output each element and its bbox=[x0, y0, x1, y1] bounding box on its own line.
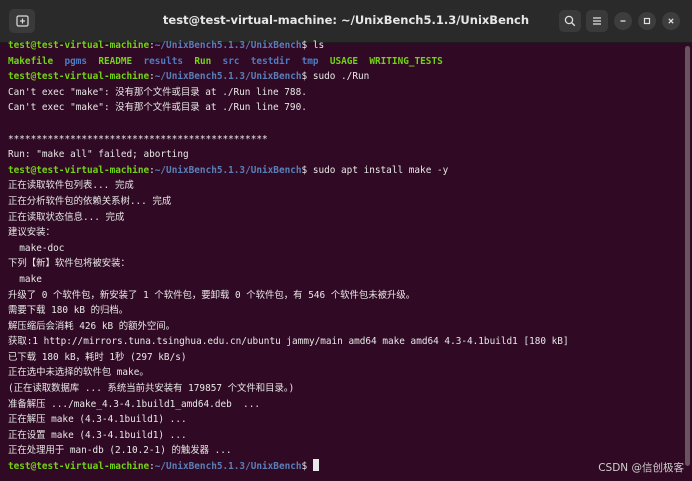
output-line: 正在处理用于 man-db (2.10.2-1) 的触发器 ... bbox=[8, 445, 232, 457]
output-line: 下列【新】软件包将被安装： bbox=[8, 258, 130, 270]
prompt-path: ~/UnixBench5.1.3/UnixBench bbox=[154, 71, 302, 83]
ls-item: README bbox=[98, 55, 133, 67]
search-icon bbox=[564, 15, 576, 27]
prompt-path: ~/UnixBench5.1.3/UnixBench bbox=[154, 461, 302, 473]
maximize-button[interactable] bbox=[638, 12, 656, 30]
prompt-user: test@test-virtual-machine bbox=[8, 461, 150, 473]
ls-item: results bbox=[143, 55, 184, 67]
close-icon bbox=[668, 18, 674, 24]
output-line: 正在选中未选择的软件包 make。 bbox=[8, 367, 149, 379]
output-line: 正在读取软件包列表... 完成 bbox=[8, 180, 134, 192]
maximize-icon bbox=[643, 17, 651, 25]
close-button[interactable] bbox=[662, 12, 680, 30]
hamburger-menu-icon bbox=[593, 17, 601, 25]
prompt-sigil: $ bbox=[301, 164, 313, 176]
ls-item: WRITING_TESTS bbox=[369, 55, 443, 67]
text-cursor bbox=[312, 459, 319, 472]
scrollbar[interactable] bbox=[685, 46, 690, 466]
prompt-path: ~/UnixBench5.1.3/UnixBench bbox=[154, 164, 302, 176]
prompt-user: test@test-virtual-machine bbox=[8, 164, 150, 176]
prompt-user: test@test-virtual-machine bbox=[8, 71, 150, 83]
ls-item: pgms bbox=[64, 55, 88, 67]
output-line: 解压缩后会消耗 426 kB 的额外空间。 bbox=[8, 320, 176, 332]
output-line: 已下载 180 kB，耗时 1秒 (297 kB/s) bbox=[8, 351, 187, 363]
output-line: 建议安装： bbox=[8, 227, 55, 239]
prompt-sigil: $ bbox=[301, 40, 313, 51]
terminal-output[interactable]: test@test-virtual-machine:~/UnixBench5.1… bbox=[8, 38, 680, 478]
output-line: 准备解压 .../make_4.3-4.1build1_amd64.deb ..… bbox=[8, 398, 260, 410]
output-line: 正在读取状态信息... 完成 bbox=[8, 211, 125, 223]
ls-item: src bbox=[222, 55, 240, 67]
minimize-icon bbox=[620, 20, 626, 22]
prompt-line: test@test-virtual-machine:~/UnixBench5.1… bbox=[8, 163, 680, 179]
title-bar: test@test-virtual-machine: ~/UnixBench5.… bbox=[0, 0, 692, 43]
output-line: (正在读取数据库 ... 系统当前共安装有 179857 个文件和目录。) bbox=[8, 383, 295, 395]
command-text: ls bbox=[312, 40, 325, 51]
prompt-line: test@test-virtual-machine:~/UnixBench5.1… bbox=[8, 459, 680, 475]
command-text: sudo ./Run bbox=[312, 71, 370, 83]
prompt-line: test@test-virtual-machine:~/UnixBench5.1… bbox=[8, 38, 680, 54]
ls-item: tmp bbox=[301, 55, 319, 67]
ls-output-line: Makefile pgms README results Run src tes… bbox=[8, 54, 680, 70]
output-line: 正在分析软件包的依赖关系树... 完成 bbox=[8, 195, 172, 207]
output-line: 获取:1 http://mirrors.tuna.tsinghua.edu.cn… bbox=[8, 336, 569, 348]
prompt-sigil: $ bbox=[301, 71, 313, 83]
output-line: 升级了 0 个软件包，新安装了 1 个软件包，要卸载 0 个软件包，有 546 … bbox=[8, 289, 416, 301]
prompt-path: ~/UnixBench5.1.3/UnixBench bbox=[154, 40, 302, 51]
prompt-sigil: $ bbox=[301, 461, 313, 473]
output-line: ****************************************… bbox=[8, 133, 268, 145]
minimize-button[interactable] bbox=[614, 12, 632, 30]
watermark: CSDN @信创极客 bbox=[598, 462, 684, 474]
output-line: make-doc bbox=[8, 242, 65, 254]
output-line: Can't exec "make": 没有那个文件或目录 at ./Run li… bbox=[8, 86, 307, 98]
prompt-line: test@test-virtual-machine:~/UnixBench5.1… bbox=[8, 69, 680, 85]
command-text: sudo apt install make -y bbox=[312, 164, 449, 176]
output-line: Run: "make all" failed; aborting bbox=[8, 149, 189, 161]
menu-button[interactable] bbox=[586, 10, 608, 32]
ls-item: Run bbox=[194, 55, 212, 67]
search-button[interactable] bbox=[559, 10, 581, 32]
output-line: 正在解压 make (4.3-4.1build1) ... bbox=[8, 414, 187, 426]
output-line: 正在设置 make (4.3-4.1build1) ... bbox=[8, 429, 187, 441]
output-line: Can't exec "make": 没有那个文件或目录 at ./Run li… bbox=[8, 102, 307, 114]
terminal-window: test@test-virtual-machine: ~/UnixBench5.… bbox=[0, 0, 692, 481]
ls-item: testdir bbox=[250, 55, 291, 67]
output-line: make bbox=[8, 273, 42, 285]
output-line: 需要下载 180 kB 的归档。 bbox=[8, 305, 129, 317]
prompt-user: test@test-virtual-machine bbox=[8, 40, 150, 51]
ls-item: Makefile bbox=[8, 55, 54, 67]
ls-item: USAGE bbox=[329, 55, 359, 67]
